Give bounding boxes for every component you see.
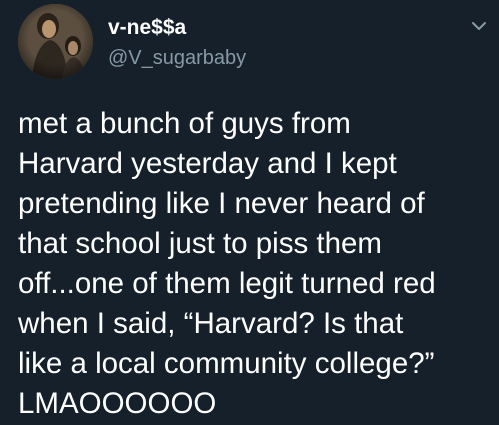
chevron-down-icon[interactable] [471,20,487,32]
tweet-text-line: when I said, “Harvard? Is that [18,307,404,340]
tweet-text-line: Harvard yesterday and I kept [18,147,397,180]
tweet-card: v-ne$$a @V_sugarbaby met a bunch of guys… [0,0,499,425]
tweet-text-line: that school just to piss them [18,227,383,260]
tweet-text-line: like a local community college?” [18,347,435,380]
tweet-text: met a bunch of guys from Harvard yesterd… [18,104,488,424]
tweet-text-line: off...one of them legit turned red [18,267,436,300]
profile-photo-icon [18,4,93,79]
tweet-text-line: met a bunch of guys from [18,107,351,140]
avatar[interactable] [18,4,93,79]
user-handle[interactable]: @V_sugarbaby [108,46,246,70]
tweet-text-line: pretending like I never heard of [18,187,425,220]
display-name[interactable]: v-ne$$a [108,16,186,40]
tweet-text-line: LMAOOOOOO [18,387,217,420]
